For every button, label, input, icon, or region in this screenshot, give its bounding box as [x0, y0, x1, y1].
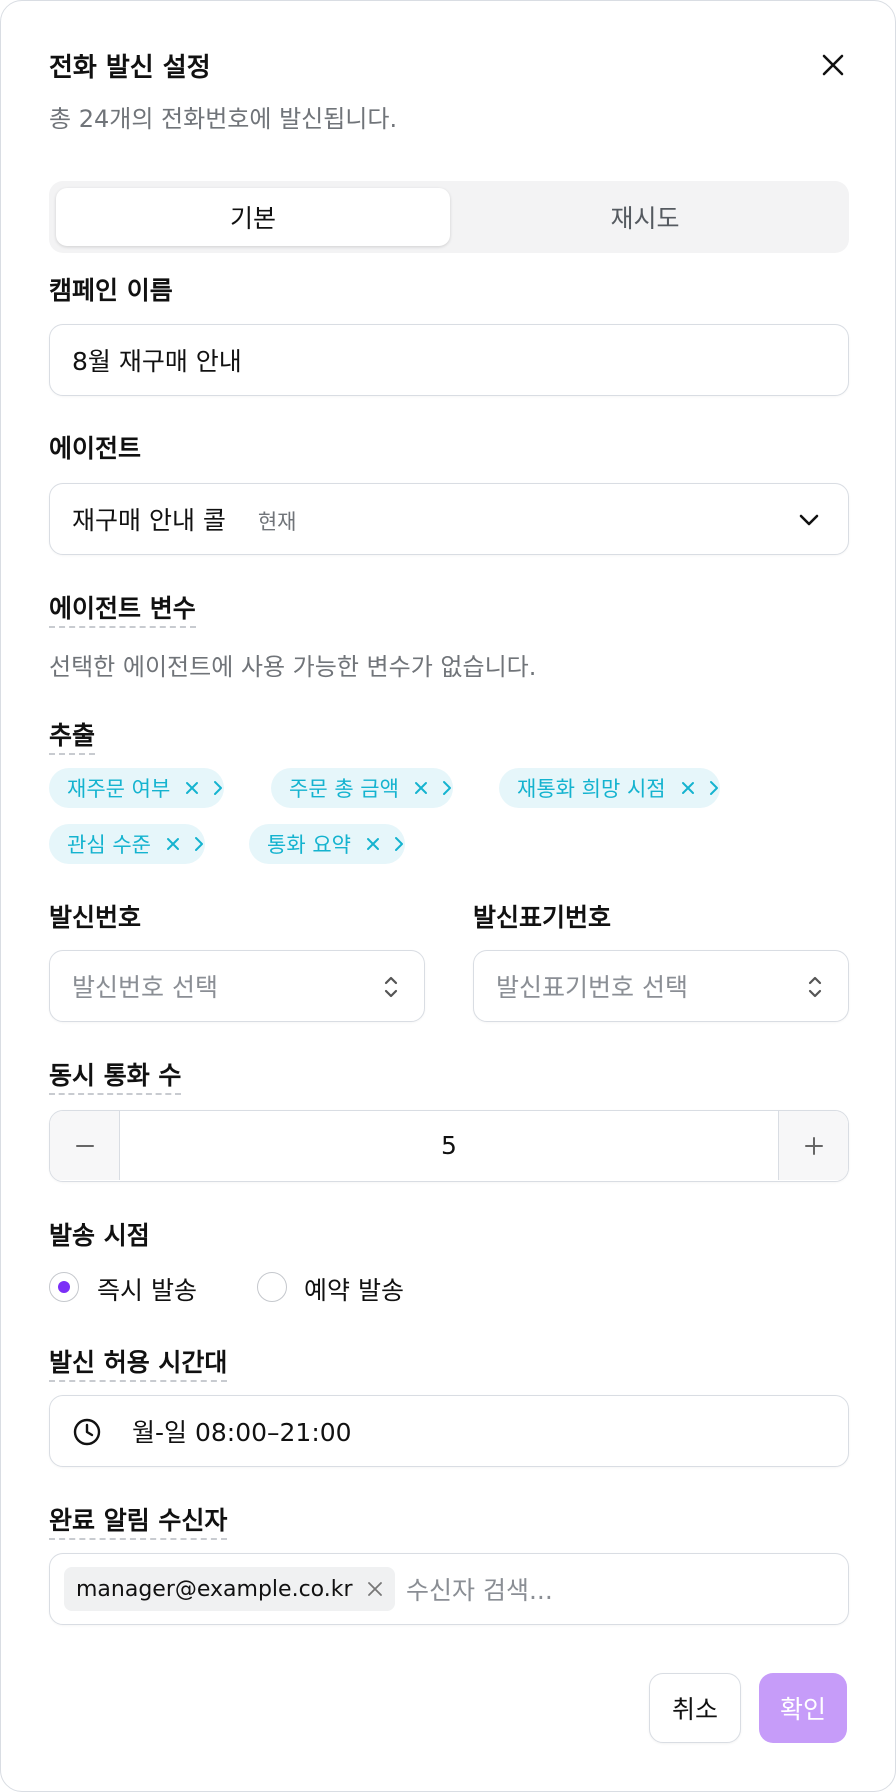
recipients-label-text: 완료 알림 수신자	[49, 1506, 228, 1540]
concurrency-label: 동시 통화 수	[49, 1056, 182, 1095]
updown-icon	[384, 976, 398, 998]
recipients-field: manager@example.co.kr 수신자 검색...	[49, 1553, 849, 1625]
close-button[interactable]	[813, 45, 853, 85]
confirm-button[interactable]: 확인	[759, 1673, 847, 1743]
agent-select-content: 재구매 안내 콜 현재	[72, 501, 297, 537]
extraction-chip[interactable]: 관심 수준	[49, 824, 205, 864]
tab-retry[interactable]: 재시도	[448, 188, 842, 246]
close-icon	[822, 54, 844, 76]
agent-label: 에이전트	[49, 434, 142, 463]
allowed-hours-field[interactable]: 월-일 08:00–21:00	[49, 1395, 849, 1467]
recipients-label: 완료 알림 수신자	[49, 1501, 228, 1540]
minus-icon	[75, 1144, 94, 1147]
display-number-placeholder: 발신표기번호 선택	[496, 973, 688, 1002]
radio-immediate[interactable]	[49, 1272, 79, 1302]
campaign-name-label: 캠페인 이름	[49, 276, 173, 305]
display-number-label: 발신표기번호	[473, 903, 612, 932]
display-number-select[interactable]: 발신표기번호 선택	[473, 950, 849, 1022]
chevron-right-icon[interactable]	[193, 836, 205, 852]
extraction-chip[interactable]: 주문 총 금액	[271, 768, 453, 808]
recipient-search-input[interactable]: 수신자 검색...	[406, 1571, 553, 1607]
decrement-button[interactable]	[50, 1111, 120, 1180]
chevron-right-icon[interactable]	[393, 836, 405, 852]
updown-icon	[808, 976, 822, 998]
agent-current-badge: 현재	[257, 510, 297, 534]
chip-remove-icon[interactable]	[184, 780, 200, 796]
agent-variables-hint: 선택한 에이전트에 사용 가능한 변수가 없습니다.	[49, 653, 537, 681]
chip-remove-icon[interactable]	[365, 836, 381, 852]
chip-remove-icon[interactable]	[165, 836, 181, 852]
concurrency-stepper: 5	[49, 1110, 849, 1182]
agent-select[interactable]: 재구매 안내 콜 현재	[49, 483, 849, 555]
concurrency-value[interactable]: 5	[120, 1111, 778, 1180]
tab-bar: 기본 재시도	[49, 181, 849, 253]
chip-remove-icon[interactable]	[680, 780, 696, 796]
agent-value: 재구매 안내 콜	[72, 506, 226, 535]
allowed-hours-label-text: 발신 허용 시간대	[49, 1348, 228, 1382]
chip-label: 재주문 여부	[67, 777, 171, 801]
plus-icon	[804, 1136, 823, 1155]
chip-label: 주문 총 금액	[289, 777, 399, 801]
agent-variables-label: 에이전트 변수	[49, 589, 196, 628]
chevron-right-icon[interactable]	[212, 780, 224, 796]
chip-label: 관심 수준	[67, 833, 151, 857]
radio-scheduled-label[interactable]: 예약 발송	[304, 1271, 404, 1307]
extraction-label-text: 추출	[49, 721, 96, 755]
extraction-chip[interactable]: 통화 요약	[249, 824, 405, 864]
chevron-right-icon[interactable]	[441, 780, 453, 796]
caller-number-select[interactable]: 발신번호 선택	[49, 950, 425, 1022]
chip-label: 통화 요약	[267, 833, 351, 857]
caller-number-label: 발신번호	[49, 903, 142, 932]
chip-label: 재통화 희망 시점	[517, 777, 666, 801]
clock-icon	[73, 1418, 101, 1446]
increment-button[interactable]	[778, 1111, 848, 1180]
extraction-chip[interactable]: 재주문 여부	[49, 768, 225, 808]
allowed-hours-value: 월-일 08:00–21:00	[132, 1418, 352, 1447]
chevron-right-icon[interactable]	[708, 780, 720, 796]
extraction-label: 추출	[49, 716, 96, 755]
dialog-subtitle: 총 24개의 전화번호에 발신됩니다.	[49, 105, 398, 133]
send-time-label: 발송 시점	[49, 1221, 150, 1250]
dialog-title: 전화 발신 설정	[49, 53, 211, 83]
tag-remove-icon[interactable]	[367, 1581, 383, 1597]
concurrency-label-text: 동시 통화 수	[49, 1061, 182, 1095]
campaign-name-input[interactable]: 8월 재구매 안내	[49, 324, 849, 396]
tab-basic[interactable]: 기본	[56, 188, 450, 246]
cancel-button[interactable]: 취소	[649, 1673, 741, 1743]
chip-remove-icon[interactable]	[413, 780, 429, 796]
chevron-down-icon	[799, 514, 819, 526]
campaign-name-value: 8월 재구매 안내	[72, 347, 242, 376]
radio-scheduled[interactable]	[257, 1272, 287, 1302]
agent-variables-label-text: 에이전트 변수	[49, 594, 196, 628]
recipient-tag: manager@example.co.kr	[64, 1567, 395, 1611]
allowed-hours-label: 발신 허용 시간대	[49, 1343, 228, 1382]
radio-immediate-label[interactable]: 즉시 발송	[97, 1271, 197, 1307]
call-settings-dialog: 전화 발신 설정 총 24개의 전화번호에 발신됩니다. 기본 재시도 캠페인 …	[0, 0, 896, 1792]
recipient-tag-label: manager@example.co.kr	[76, 1576, 353, 1602]
extraction-chip[interactable]: 재통화 희망 시점	[499, 768, 720, 808]
caller-number-placeholder: 발신번호 선택	[72, 973, 218, 1002]
